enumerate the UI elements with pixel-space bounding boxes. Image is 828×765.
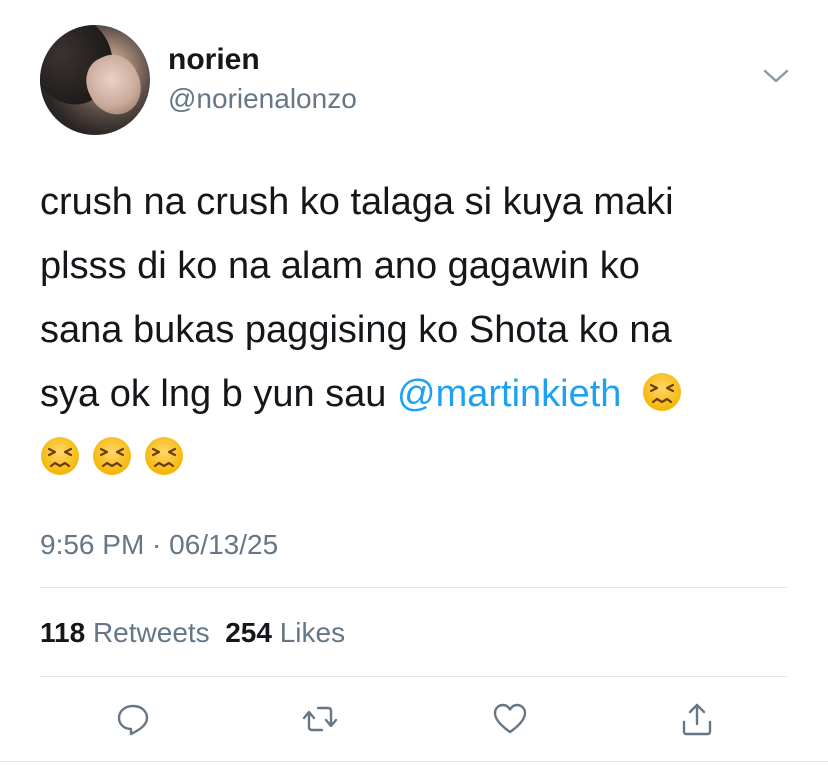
share-button[interactable] (675, 697, 719, 741)
tweet-stats: 118 Retweets 254 Likes (40, 616, 345, 650)
divider (40, 676, 788, 677)
reply-icon (117, 704, 149, 736)
persevering-face-emoji (642, 372, 682, 412)
avatar[interactable] (40, 25, 150, 135)
divider (40, 587, 788, 588)
persevering-face-emoji (92, 436, 132, 476)
retweets-stat[interactable]: 118 Retweets (40, 617, 210, 648)
share-icon (682, 703, 712, 736)
tweet-text: crush na crush ko talaga si kuya maki pl… (40, 170, 800, 490)
tweet-text-line: sya ok lng b yun sau (40, 373, 397, 415)
divider (0, 761, 828, 762)
persevering-face-emoji (40, 436, 80, 476)
tweet-text-line: plsss di ko na alam ano gagawin ko (40, 245, 640, 287)
retweets-count: 118 (40, 617, 86, 648)
heart-icon (493, 703, 527, 734)
tweet-actions (0, 697, 828, 741)
tweet-text-line: sana bukas paggising ko Shota ko na (40, 309, 672, 351)
likes-label: Likes (279, 617, 346, 648)
like-button[interactable] (488, 697, 532, 741)
chevron-down-icon[interactable] (762, 66, 790, 86)
user-handle[interactable]: @norienalonzo (168, 82, 357, 116)
persevering-face-emoji (144, 436, 184, 476)
display-name[interactable]: norien (168, 42, 260, 78)
retweets-label: Retweets (92, 617, 210, 648)
tweet-timestamp[interactable]: 9:56 PM · 06/13/25 (40, 528, 278, 562)
retweet-icon (302, 706, 338, 732)
likes-count: 254 (225, 617, 272, 648)
mention-link[interactable]: @martinkieth (397, 373, 621, 415)
reply-button[interactable] (111, 697, 155, 741)
likes-stat[interactable]: 254 Likes (225, 617, 345, 648)
retweet-button[interactable] (298, 697, 342, 741)
tweet-text-line: crush na crush ko talaga si kuya maki (40, 181, 674, 223)
